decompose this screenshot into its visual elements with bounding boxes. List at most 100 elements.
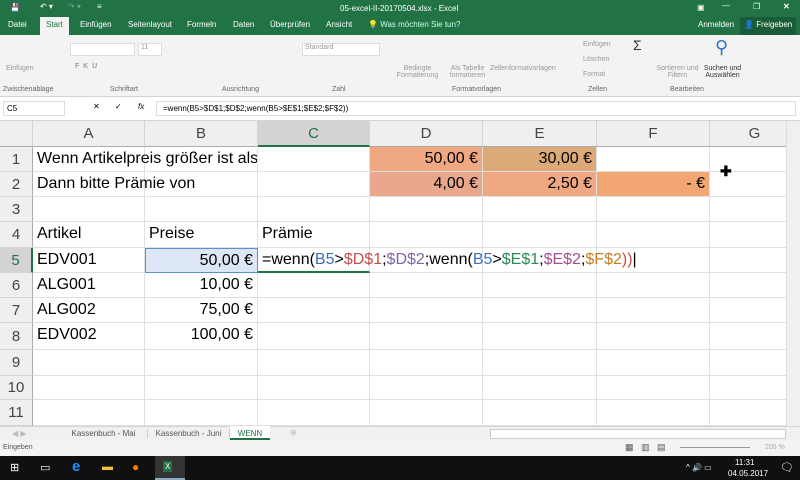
vertical-scrollbar[interactable] <box>786 121 800 426</box>
sheet-tab-wenn[interactable]: WENN <box>230 426 270 440</box>
cell-G9[interactable] <box>710 350 786 376</box>
column-header-C[interactable]: C <box>258 121 370 147</box>
column-header-G[interactable]: G <box>710 121 786 147</box>
column-header-D[interactable]: D <box>370 121 483 147</box>
tab-ansicht[interactable]: Ansicht <box>326 20 352 29</box>
excel-taskbar-button[interactable]: X <box>155 456 185 480</box>
tab-einfuegen[interactable]: Einfügen <box>80 20 112 29</box>
paste-button[interactable]: Einfügen <box>6 65 34 72</box>
delete-cells-button[interactable]: Löschen <box>583 56 609 63</box>
cell-D9[interactable] <box>370 350 483 376</box>
tab-formeln[interactable]: Formeln <box>187 20 216 29</box>
cell-E9[interactable] <box>483 350 597 376</box>
cell-F11[interactable] <box>597 400 710 426</box>
row-header-8[interactable]: 8 <box>0 323 33 350</box>
cell-D11[interactable] <box>370 400 483 426</box>
cell-D3[interactable] <box>370 197 483 222</box>
cell-D1[interactable]: 50,00 € <box>370 147 483 172</box>
cell-F1[interactable] <box>597 147 710 172</box>
row-header-11[interactable]: 11 <box>0 400 33 426</box>
cell-B7[interactable]: 75,00 € <box>145 298 258 323</box>
cell-D4[interactable] <box>370 222 483 248</box>
row-header-1[interactable]: 1 <box>0 147 33 172</box>
cell-C3[interactable] <box>258 197 370 222</box>
cell-B8[interactable]: 100,00 € <box>145 323 258 350</box>
cell-C10[interactable] <box>258 376 370 400</box>
cell-A8[interactable]: EDV002 <box>33 323 145 350</box>
cell-B6[interactable]: 10,00 € <box>145 273 258 298</box>
number-format-select[interactable]: Standard <box>302 43 380 56</box>
cell-C8[interactable] <box>258 323 370 350</box>
format-cells-button[interactable]: Format <box>583 71 605 78</box>
cell-B4[interactable]: Preise <box>145 222 258 248</box>
cell-styles-button[interactable]: Zellenformatvorlagen <box>490 65 556 72</box>
cell-G4[interactable] <box>710 222 786 248</box>
redo-icon[interactable]: ↷ ▾ <box>68 2 81 11</box>
cell-G7[interactable] <box>710 298 786 323</box>
cell-D8[interactable] <box>370 323 483 350</box>
cell-C7[interactable] <box>258 298 370 323</box>
cell-C1[interactable] <box>258 147 370 172</box>
font-size-input[interactable]: 11 <box>138 43 162 56</box>
cell-F10[interactable] <box>597 376 710 400</box>
windows-start-icon[interactable]: ⊞ <box>10 461 19 474</box>
cell-A2[interactable]: Dann bitte Prämie von <box>33 172 195 197</box>
conditional-format-button[interactable]: Bedingte Formatierung <box>390 65 445 79</box>
tab-start[interactable]: Start <box>40 17 69 35</box>
select-all-corner[interactable] <box>0 121 33 147</box>
cell-B1[interactable] <box>145 147 258 172</box>
tell-me-input[interactable]: 💡 Was möchten Sie tun? <box>368 20 460 29</box>
format-as-table-button[interactable]: Als Tabelle formatieren <box>445 65 490 79</box>
sheet-tab-kassenbuch-juni[interactable]: Kassenbuch - Juni <box>148 429 230 438</box>
tab-daten[interactable]: Daten <box>233 20 254 29</box>
cell-B2[interactable] <box>145 172 258 197</box>
row-header-7[interactable]: 7 <box>0 298 33 323</box>
cell-E1[interactable]: 30,00 € <box>483 147 597 172</box>
view-buttons[interactable]: ▦ ▥ ▤ <box>625 442 666 453</box>
cell-C4[interactable]: Prämie <box>258 222 370 248</box>
cell-A10[interactable] <box>33 376 145 400</box>
column-header-B[interactable]: B <box>145 121 258 147</box>
tab-seitenlayout[interactable]: Seitenlayout <box>128 20 172 29</box>
cell-C6[interactable] <box>258 273 370 298</box>
cell-D10[interactable] <box>370 376 483 400</box>
cell-E6[interactable] <box>483 273 597 298</box>
cell-B11[interactable] <box>145 400 258 426</box>
cell-F9[interactable] <box>597 350 710 376</box>
file-explorer-icon[interactable]: ▬ <box>102 461 113 473</box>
cell-B10[interactable] <box>145 376 258 400</box>
restore-button[interactable]: ❐ <box>753 2 760 11</box>
save-icon[interactable]: 💾 <box>10 3 20 12</box>
minimize-button[interactable]: — <box>722 1 730 10</box>
cell-E11[interactable] <box>483 400 597 426</box>
row-header-10[interactable]: 10 <box>0 376 33 400</box>
autosum-icon[interactable]: Σ <box>633 37 642 53</box>
cell-D7[interactable] <box>370 298 483 323</box>
cell-G11[interactable] <box>710 400 786 426</box>
cell-A4[interactable]: Artikel <box>33 222 145 248</box>
tab-datei[interactable]: Datei <box>8 20 27 29</box>
cell-E4[interactable] <box>483 222 597 248</box>
cell-G8[interactable] <box>710 323 786 350</box>
row-header-2[interactable]: 2 <box>0 172 33 197</box>
sheet-nav-arrows[interactable]: ◀ ▶ <box>12 429 27 438</box>
sheet-tab-kassenbuch-mai[interactable]: Kassenbuch - Mai <box>60 429 148 438</box>
cell-G5[interactable] <box>710 248 786 273</box>
cell-C2[interactable] <box>258 172 370 197</box>
cell-C9[interactable] <box>258 350 370 376</box>
cell-E2[interactable]: 2,50 € <box>483 172 597 197</box>
cell-D6[interactable] <box>370 273 483 298</box>
cell-F6[interactable] <box>597 273 710 298</box>
worksheet-grid[interactable]: A B C D E F G 1 Wenn Artikelpreis größer ist als… <box>0 121 786 426</box>
formula-input[interactable]: =wenn(B5>$D$1;$D$2;wenn(B5>$E$1;$E$2;$F$… <box>156 101 796 116</box>
system-tray-icons[interactable]: ^ 🔊 ▭ <box>686 463 712 472</box>
cell-E8[interactable] <box>483 323 597 350</box>
close-button[interactable]: ✕ <box>783 2 790 11</box>
cell-F3[interactable] <box>597 197 710 222</box>
edge-icon[interactable]: e <box>72 458 80 475</box>
undo-icon[interactable]: ↶ ▾ <box>40 2 53 11</box>
cell-G3[interactable] <box>710 197 786 222</box>
customize-qat-icon[interactable]: ≡ <box>97 2 102 11</box>
enter-icon[interactable]: ✓ <box>115 102 122 111</box>
row-header-4[interactable]: 4 <box>0 222 33 248</box>
